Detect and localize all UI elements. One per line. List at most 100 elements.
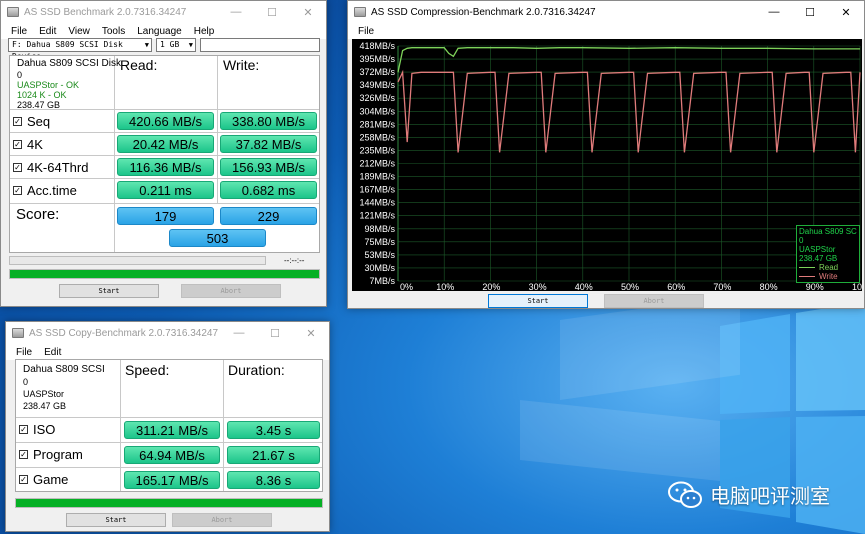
row-label: 4K-64Thrd xyxy=(27,160,89,175)
close-icon[interactable]: ✕ xyxy=(290,1,326,23)
y-tick-label: 121MB/s xyxy=(359,211,395,221)
minimize-icon[interactable]: — xyxy=(221,322,257,344)
device-id: 0 xyxy=(17,70,23,80)
driver-status: UASPStor - OK xyxy=(17,80,80,90)
device-info: Dahua S809 SCSI Disk 0 UASPStor - OK 102… xyxy=(17,58,121,110)
row-label: 4K xyxy=(27,137,43,152)
path-field[interactable] xyxy=(200,38,320,52)
y-tick-label: 98MB/s xyxy=(364,224,395,234)
score-label: Score: xyxy=(16,206,60,223)
test-row-acctime[interactable]: ✓ Acc.time xyxy=(13,183,77,198)
close-icon[interactable]: ✕ xyxy=(828,1,864,23)
y-tick-label: 281MB/s xyxy=(359,119,395,129)
copy-window: AS SSD Copy-Benchmark 2.0.7316.34247 — ☐… xyxy=(5,321,330,532)
start-button[interactable]: Start xyxy=(66,513,166,527)
row-label: Game xyxy=(33,472,69,487)
chevron-down-icon: ▼ xyxy=(188,41,193,49)
app-icon xyxy=(7,7,19,17)
close-icon[interactable]: ✕ xyxy=(293,322,329,344)
y-tick-label: 144MB/s xyxy=(359,198,395,208)
compression-chart: 418MB/s 395MB/s 372MB/s 349MB/s 326MB/s 304MB… xyxy=(352,39,862,291)
read-header: Read: xyxy=(120,57,158,73)
y-tick-label: 30MB/s xyxy=(364,263,395,273)
chevron-down-icon: ▼ xyxy=(144,41,149,49)
maximize-icon[interactable]: ☐ xyxy=(257,322,293,344)
menu-view[interactable]: View xyxy=(68,26,90,37)
y-tick-label: 258MB/s xyxy=(359,132,395,142)
menu-tools[interactable]: Tools xyxy=(102,26,125,37)
test-row-iso[interactable]: ✓ ISO xyxy=(19,422,55,437)
test-row-seq[interactable]: ✓ Seq xyxy=(13,114,50,129)
compression-chart-svg: 418MB/s 395MB/s 372MB/s 349MB/s 326MB/s 304MB… xyxy=(359,41,862,291)
game-speed-value: 165.17 MB/s xyxy=(124,471,220,489)
minimize-icon[interactable]: — xyxy=(218,1,254,23)
checkbox-checked-icon[interactable]: ✓ xyxy=(13,140,22,149)
window-title: AS SSD Benchmark 2.0.7316.34247 xyxy=(24,6,187,18)
legend-size: 238.47 GB xyxy=(799,254,838,263)
game-duration-value: 8.36 s xyxy=(227,471,320,489)
seq-write-value: 338.80 MB/s xyxy=(220,112,317,130)
x-tick-label: 90% xyxy=(806,282,824,291)
device-size: 238.47 GB xyxy=(23,401,67,411)
4k64-write-value: 156.93 MB/s xyxy=(220,158,317,176)
seq-read-value: 420.66 MB/s xyxy=(117,112,214,130)
minimize-icon[interactable]: — xyxy=(756,1,792,23)
x-tick-label: 70% xyxy=(713,282,731,291)
benchmark-titlebar[interactable]: AS SSD Benchmark 2.0.7316.34247 — ☐ ✕ xyxy=(1,1,326,23)
y-tick-label: 53MB/s xyxy=(364,250,395,260)
row-label: Seq xyxy=(27,114,51,129)
legend-id: 0 xyxy=(799,236,804,245)
watermark-text: 电脑吧评测室 xyxy=(710,484,830,508)
start-button[interactable]: Start xyxy=(488,294,588,308)
checkbox-checked-icon[interactable]: ✓ xyxy=(19,425,28,434)
device-size: 238.47 GB xyxy=(17,100,61,110)
test-row-4k[interactable]: ✓ 4K xyxy=(13,137,43,152)
menu-file[interactable]: File xyxy=(358,26,374,37)
checkbox-checked-icon[interactable]: ✓ xyxy=(19,450,28,459)
checkbox-checked-icon[interactable]: ✓ xyxy=(13,117,22,126)
abort-button[interactable]: Abort xyxy=(604,294,704,308)
iso-speed-value: 311.21 MB/s xyxy=(124,421,220,439)
y-tick-label: 349MB/s xyxy=(359,80,395,90)
menu-file[interactable]: File xyxy=(11,26,27,37)
checkbox-checked-icon[interactable]: ✓ xyxy=(19,475,28,484)
menu-bar: File Edit xyxy=(6,344,329,360)
wechat-watermark: 电脑吧评测室 xyxy=(668,480,830,509)
time-display: --:--:-- xyxy=(284,256,305,265)
app-icon xyxy=(12,328,24,338)
checkbox-checked-icon[interactable]: ✓ xyxy=(13,163,22,172)
copy-titlebar[interactable]: AS SSD Copy-Benchmark 2.0.7316.34247 — ☐… xyxy=(6,322,329,344)
menu-language[interactable]: Language xyxy=(137,26,182,37)
legend-read: Read xyxy=(799,263,857,272)
checkbox-checked-icon[interactable]: ✓ xyxy=(13,186,22,195)
wechat-icon xyxy=(668,481,702,508)
duration-header: Duration: xyxy=(228,362,285,378)
size-select[interactable]: 1 GB ▼ xyxy=(156,38,196,52)
abort-button[interactable]: Abort xyxy=(172,513,272,527)
iso-duration-value: 3.45 s xyxy=(227,421,320,439)
menu-file[interactable]: File xyxy=(16,347,32,358)
driver-name: UASPStor xyxy=(23,389,65,399)
maximize-icon[interactable]: ☐ xyxy=(792,1,828,23)
progress-bar-fill xyxy=(10,270,319,278)
test-row-program[interactable]: ✓ Program xyxy=(19,447,83,462)
x-tick-label: 10% xyxy=(436,282,454,291)
menu-edit[interactable]: Edit xyxy=(44,347,61,358)
device-id: 0 xyxy=(23,377,29,387)
test-row-game[interactable]: ✓ Game xyxy=(19,472,68,487)
x-tick-label: 100% xyxy=(852,282,862,291)
x-tick-label: 60% xyxy=(667,282,685,291)
compression-titlebar[interactable]: AS SSD Compression-Benchmark 2.0.7316.34… xyxy=(348,1,864,23)
start-button[interactable]: Start xyxy=(59,284,159,298)
maximize-icon[interactable]: ☐ xyxy=(254,1,290,23)
abort-button[interactable]: Abort xyxy=(181,284,281,298)
menu-help[interactable]: Help xyxy=(194,26,215,37)
menu-edit[interactable]: Edit xyxy=(39,26,56,37)
drive-select[interactable]: F: Dahua S809 SCSI Disk Device ▼ xyxy=(8,38,152,61)
status-bar xyxy=(9,256,266,265)
test-row-4k64[interactable]: ✓ 4K-64Thrd xyxy=(13,160,88,175)
legend-driver: UASPStor xyxy=(799,245,836,254)
menu-bar: File xyxy=(348,23,864,39)
copy-results-grid: Dahua S809 SCSI 0 UASPStor 238.47 GB Spe… xyxy=(15,359,323,492)
y-tick-label: 304MB/s xyxy=(359,106,395,116)
